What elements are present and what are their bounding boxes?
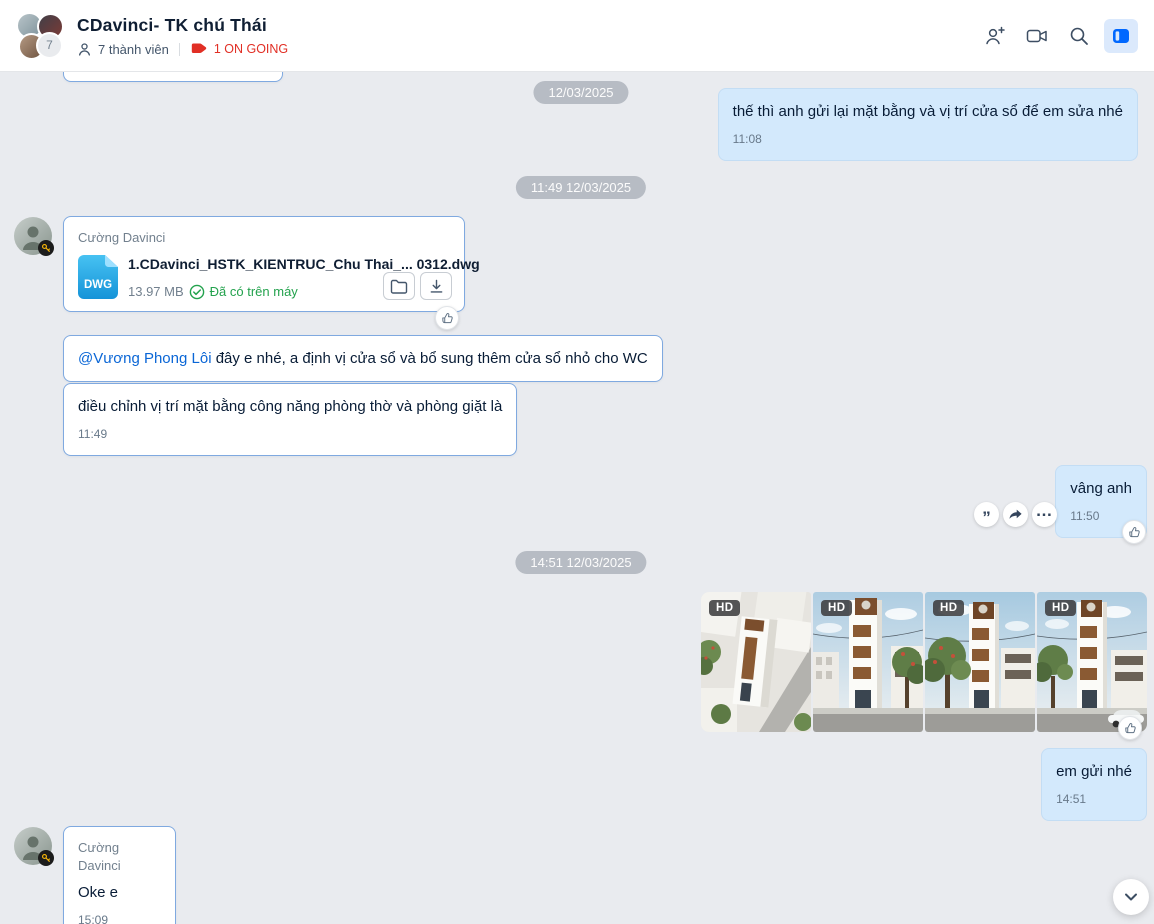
ongoing-label: 1 ON GOING bbox=[214, 42, 288, 56]
avatar[interactable] bbox=[14, 217, 52, 255]
quote-button[interactable]: ” bbox=[974, 502, 999, 527]
sender-name: Cường Davinci bbox=[78, 229, 450, 247]
photo-thumbnail[interactable]: HD bbox=[813, 592, 923, 732]
folder-icon bbox=[390, 279, 408, 294]
person-plus-icon bbox=[984, 26, 1006, 46]
members-button[interactable]: 7 thành viên bbox=[77, 42, 169, 57]
open-folder-button[interactable] bbox=[383, 272, 415, 300]
add-member-button[interactable] bbox=[978, 19, 1012, 53]
dwg-file-icon: DWG bbox=[78, 255, 118, 299]
mention-link[interactable]: @Vương Phong Lôi bbox=[78, 350, 212, 367]
toggle-conversation-info-button[interactable] bbox=[1104, 19, 1138, 53]
hd-badge: HD bbox=[709, 600, 740, 616]
message-text: thế thì anh gửi lại mặt bằng và vị trí c… bbox=[733, 101, 1123, 122]
admin-key-icon bbox=[38, 850, 54, 866]
divider bbox=[179, 43, 180, 56]
avatar[interactable] bbox=[14, 827, 52, 865]
photo-thumbnail[interactable]: HD bbox=[701, 592, 811, 732]
more-icon: … bbox=[1036, 509, 1054, 513]
message-hover-actions: ” … bbox=[974, 502, 1057, 527]
chat-title: CDavinci- TK chú Thái bbox=[77, 15, 288, 36]
message-text: đây e nhé, a định vị cửa sổ và bổ sung t… bbox=[212, 350, 648, 367]
message-text: vâng anh bbox=[1070, 478, 1132, 499]
member-count-badge: 7 bbox=[36, 32, 63, 59]
search-icon bbox=[1069, 26, 1089, 46]
more-button[interactable]: … bbox=[1032, 502, 1057, 527]
file-status: Đã có trên máy bbox=[210, 283, 298, 301]
hd-badge: HD bbox=[821, 600, 852, 616]
message-text: Oke e bbox=[78, 882, 161, 903]
thumb-up-icon bbox=[1124, 722, 1137, 735]
photo-thumbnail[interactable]: HD bbox=[1037, 592, 1147, 732]
ongoing-badge[interactable]: 1 ON GOING bbox=[190, 42, 288, 56]
date-pill: 12/03/2025 bbox=[533, 81, 628, 104]
forward-button[interactable] bbox=[1003, 502, 1028, 527]
sidebar-panel-icon bbox=[1111, 26, 1131, 46]
message-text: em gửi nhé bbox=[1056, 761, 1132, 782]
like-button[interactable] bbox=[435, 306, 459, 330]
members-label: 7 thành viên bbox=[98, 42, 169, 57]
admin-key-icon bbox=[38, 240, 54, 256]
date-pill: 11:49 12/03/2025 bbox=[516, 176, 646, 199]
message-time: 15:09 bbox=[78, 912, 161, 924]
download-button[interactable] bbox=[420, 272, 452, 300]
photo-thumbnail[interactable]: HD bbox=[925, 592, 1035, 732]
message-time: 11:08 bbox=[733, 131, 1123, 148]
date-pill: 14:51 12/03/2025 bbox=[515, 551, 646, 574]
message-time: 11:50 bbox=[1070, 508, 1132, 525]
forward-icon bbox=[1008, 508, 1023, 521]
chat-window: 12/03/2025 thế thì anh gửi lại mặt bằng … bbox=[0, 0, 1154, 924]
message-out[interactable]: em gửi nhé 14:51 bbox=[1041, 748, 1147, 821]
like-button[interactable] bbox=[1118, 716, 1142, 740]
check-circle-icon bbox=[189, 284, 205, 300]
file-ext-label: DWG bbox=[84, 279, 112, 291]
message-time: 14:51 bbox=[1056, 791, 1132, 808]
red-tag-icon bbox=[190, 42, 208, 56]
hd-badge: HD bbox=[933, 600, 964, 616]
search-button[interactable] bbox=[1062, 19, 1096, 53]
group-avatar[interactable]: 7 bbox=[16, 12, 64, 60]
scroll-to-bottom-button[interactable] bbox=[1113, 879, 1149, 915]
chat-header: 7 CDavinci- TK chú Thái 7 thành viên 1 bbox=[0, 0, 1154, 72]
video-call-button[interactable] bbox=[1020, 19, 1054, 53]
file-size: 13.97 MB bbox=[128, 283, 184, 301]
person-icon bbox=[77, 42, 92, 57]
thumb-up-icon bbox=[1128, 526, 1141, 539]
video-camera-icon bbox=[1026, 27, 1048, 45]
message-in[interactable]: Cường Davinci Oke e 15:09 bbox=[63, 826, 176, 924]
message-in[interactable]: điều chỉnh vị trí mặt bằng công năng phò… bbox=[63, 383, 517, 456]
download-icon bbox=[429, 279, 444, 294]
message-text: điều chỉnh vị trí mặt bằng công năng phò… bbox=[78, 396, 502, 417]
message-time: 11:49 bbox=[78, 426, 502, 443]
hd-badge: HD bbox=[1045, 600, 1076, 616]
quote-icon: ” bbox=[982, 513, 991, 523]
like-button[interactable] bbox=[1122, 520, 1146, 544]
chevron-down-icon bbox=[1123, 889, 1139, 905]
message-out[interactable]: thế thì anh gửi lại mặt bằng và vị trí c… bbox=[718, 88, 1138, 161]
photo-gallery: HD bbox=[701, 592, 1147, 732]
message-file[interactable]: Cường Davinci DWG 1.CDavinci_HSTK_KIENTR… bbox=[63, 216, 465, 312]
message-in[interactable]: @Vương Phong Lôi đây e nhé, a định vị cử… bbox=[63, 335, 663, 382]
sender-name: Cường Davinci bbox=[78, 839, 161, 875]
thumb-up-icon bbox=[441, 312, 454, 325]
